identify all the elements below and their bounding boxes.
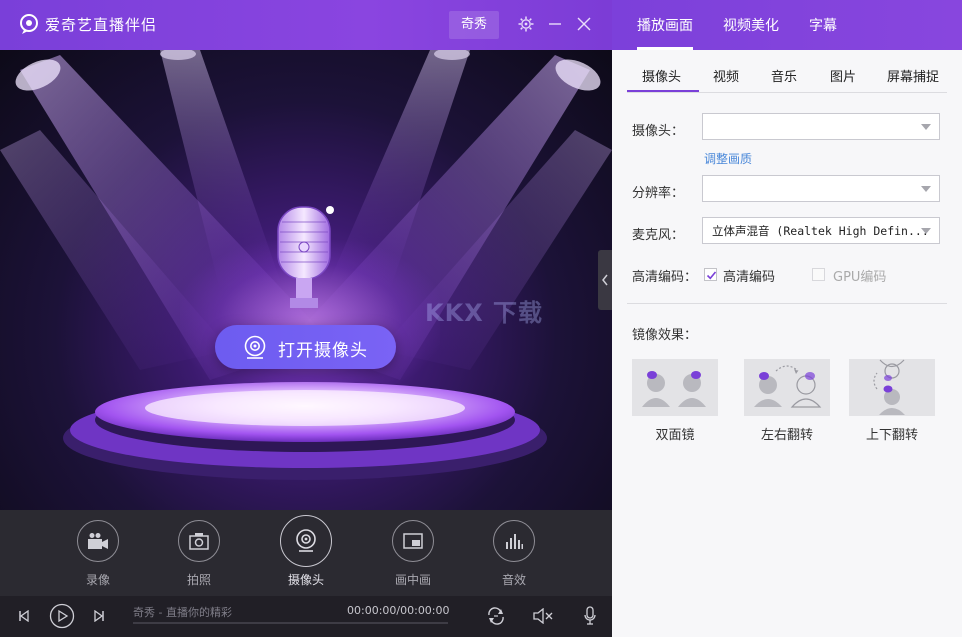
camera-label: 摄像头： — [632, 124, 685, 139]
tool-record-circle — [77, 520, 119, 562]
chevron-down-icon — [921, 186, 931, 192]
photo-camera-icon — [189, 533, 209, 550]
mirror-label: 上下翻转 — [865, 428, 918, 443]
left-panel: 爱奇艺直播伴侣 奇秀 打开摄像头 KKX 下载 录像 拍照 摄像头 画中画 音效… — [0, 0, 612, 637]
settings-gear-icon[interactable] — [517, 15, 535, 33]
mirror-thumb — [744, 359, 830, 416]
tool-sfx-circle — [493, 520, 535, 562]
subtab-video[interactable]: 视频 — [713, 66, 739, 85]
mirror-effect-title: 镜像效果： — [632, 328, 698, 343]
tab-playback-screen[interactable]: 播放画面 — [637, 15, 693, 50]
open-camera-button[interactable]: 打开摄像头 — [215, 325, 396, 369]
watermark-text: KKX 下载 — [425, 299, 544, 327]
stage-podium — [63, 382, 547, 480]
subtab-screen-capture[interactable]: 屏幕捕捉 — [887, 66, 939, 85]
hd-encode-label: 高清编码： — [632, 270, 698, 285]
mirror-label: 左右翻转 — [760, 428, 813, 443]
tool-label: 音效 — [501, 573, 526, 587]
player-time: 00:00:00/00:00:00 — [347, 604, 450, 617]
tool-label: 摄像头 — [287, 573, 324, 587]
mirror-option-flip-horizontal[interactable]: 左右翻转 — [744, 359, 830, 443]
tool-record[interactable]: 录像 — [68, 520, 128, 588]
source-subtabs: 摄像头 视频 音乐 图片 屏幕捕捉 — [627, 60, 947, 93]
video-camera-icon — [88, 533, 108, 549]
tool-bar: 录像 拍照 摄像头 画中画 音效 — [0, 510, 612, 596]
mirror-option-dual[interactable]: 双面镜 — [632, 359, 718, 443]
app-title: 爱奇艺直播伴侣 — [45, 16, 158, 34]
chevron-down-icon — [921, 124, 931, 130]
mirror-label: 双面镜 — [655, 428, 695, 443]
subtab-image[interactable]: 图片 — [830, 66, 856, 85]
mic-select-value: 立体声混音 (Realtek High Defin... — [712, 224, 929, 238]
progress-bar[interactable] — [133, 622, 448, 624]
hd-encode-checkbox-label: 高清编码 — [723, 270, 776, 285]
tool-camera-circle — [280, 515, 332, 567]
flip-horizontal-icon — [754, 365, 822, 408]
mic-select[interactable]: 立体声混音 (Realtek High Defin... — [702, 217, 940, 244]
previous-icon[interactable] — [18, 610, 30, 622]
tool-photo-circle — [178, 520, 220, 562]
chevron-down-icon — [921, 228, 931, 234]
player-status-text: 奇秀 - 直播你的精彩 — [133, 606, 232, 619]
webcam-icon — [244, 335, 266, 359]
settings-panel: 播放画面 视频美化 字幕 摄像头 视频 音乐 图片 屏幕捕捉 摄像头： 调整画质… — [612, 0, 962, 637]
tool-photo[interactable]: 拍照 — [169, 520, 229, 588]
camera-select[interactable] — [702, 113, 940, 140]
section-divider — [627, 303, 947, 304]
subtab-camera[interactable]: 摄像头 — [642, 66, 681, 85]
minimize-icon[interactable] — [546, 15, 564, 33]
tool-pip-circle — [392, 520, 434, 562]
mic-label: 麦克风： — [632, 228, 685, 243]
picture-in-picture-icon — [403, 533, 423, 549]
qixiu-button[interactable]: 奇秀 — [449, 11, 499, 39]
tool-label: 录像 — [85, 573, 110, 587]
dual-mirror-icon — [642, 371, 706, 407]
open-camera-label: 打开摄像头 — [278, 341, 368, 361]
title-bar[interactable]: 爱奇艺直播伴侣 奇秀 — [0, 0, 612, 50]
preview-stage: 打开摄像头 KKX 下载 — [0, 50, 612, 510]
tool-label: 画中画 — [394, 573, 431, 587]
chevron-left-icon — [602, 274, 608, 286]
microphone-small-icon[interactable] — [583, 606, 597, 626]
tool-camera[interactable]: 摄像头 — [276, 515, 336, 588]
adjust-quality-link[interactable]: 调整画质 — [704, 150, 752, 167]
close-icon[interactable] — [575, 15, 593, 33]
settings-tabs: 播放画面 视频美化 字幕 — [612, 0, 962, 50]
flip-vertical-icon — [873, 359, 905, 415]
tab-video-beautify[interactable]: 视频美化 — [723, 15, 779, 35]
tool-sfx[interactable]: 音效 — [484, 520, 544, 588]
play-icon[interactable] — [49, 603, 75, 629]
subtab-active-indicator — [627, 90, 699, 92]
tool-pip[interactable]: 画中画 — [383, 520, 443, 588]
tool-label: 拍照 — [186, 573, 211, 587]
microphone-icon — [277, 206, 334, 308]
loop-icon[interactable] — [486, 607, 506, 625]
subtab-music[interactable]: 音乐 — [771, 66, 797, 85]
tab-subtitles[interactable]: 字幕 — [809, 15, 837, 35]
resolution-select[interactable] — [702, 175, 940, 202]
resolution-label: 分辨率： — [632, 186, 685, 201]
mirror-option-flip-vertical[interactable]: 上下翻转 — [849, 359, 935, 443]
collapse-panel-toggle[interactable] — [598, 250, 612, 310]
mirror-thumb — [632, 359, 718, 416]
player-bar: 奇秀 - 直播你的精彩 00:00:00/00:00:00 — [0, 596, 612, 637]
app-logo-icon — [20, 14, 38, 34]
checkmark-icon — [706, 271, 717, 280]
gpu-encode-checkbox-label: GPU编码 — [833, 270, 887, 285]
equalizer-icon — [506, 534, 523, 549]
mirror-thumb — [849, 359, 935, 416]
gpu-encode-checkbox[interactable] — [812, 268, 825, 281]
webcam-icon — [296, 529, 316, 552]
next-icon[interactable] — [93, 610, 105, 622]
hd-encode-checkbox[interactable] — [704, 268, 717, 281]
mute-icon[interactable] — [533, 608, 555, 624]
